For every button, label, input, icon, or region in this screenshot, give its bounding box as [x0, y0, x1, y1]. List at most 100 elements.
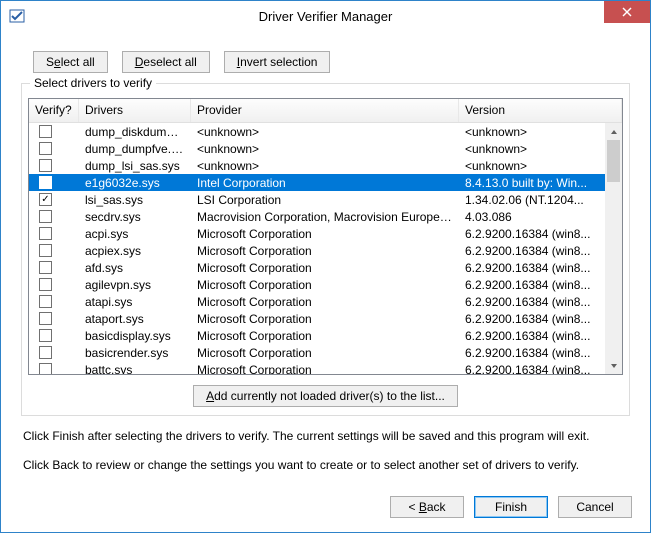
driver-cell: e1g6032e.sys [79, 176, 191, 190]
verify-checkbox[interactable] [39, 261, 52, 274]
table-row[interactable]: battc.sysMicrosoft Corporation6.2.9200.1… [29, 361, 605, 374]
scroll-up-button[interactable] [605, 123, 622, 140]
finish-button[interactable]: Finish [474, 496, 548, 518]
driver-cell: dump_dumpfve.sys [79, 142, 191, 156]
driver-cell: afd.sys [79, 261, 191, 275]
scroll-track[interactable] [605, 140, 622, 357]
column-version[interactable]: Version [459, 99, 622, 122]
driver-cell: acpi.sys [79, 227, 191, 241]
verify-checkbox[interactable] [39, 312, 52, 325]
verify-checkbox[interactable]: ✓ [39, 176, 52, 189]
provider-cell: Microsoft Corporation [191, 278, 459, 292]
verify-checkbox[interactable] [39, 363, 52, 374]
driver-cell: lsi_sas.sys [79, 193, 191, 207]
listview-header: Verify? Drivers Provider Version [29, 99, 622, 123]
version-cell: 6.2.9200.16384 (win8... [459, 227, 605, 241]
titlebar: Driver Verifier Manager [1, 1, 650, 31]
verify-checkbox[interactable] [39, 142, 52, 155]
verify-checkbox[interactable] [39, 244, 52, 257]
column-verify[interactable]: Verify? [29, 99, 79, 122]
version-cell: 6.2.9200.16384 (win8... [459, 363, 605, 375]
table-row[interactable]: secdrv.sysMacrovision Corporation, Macro… [29, 208, 605, 225]
table-row[interactable]: basicrender.sysMicrosoft Corporation6.2.… [29, 344, 605, 361]
provider-cell: <unknown> [191, 159, 459, 173]
provider-cell: <unknown> [191, 125, 459, 139]
provider-cell: Microsoft Corporation [191, 227, 459, 241]
version-cell: 4.03.086 [459, 210, 605, 224]
verify-checkbox[interactable] [39, 346, 52, 359]
table-row[interactable]: dump_diskdump.sys<unknown><unknown> [29, 123, 605, 140]
select-all-button[interactable]: Select all [33, 51, 108, 73]
version-cell: 6.2.9200.16384 (win8... [459, 346, 605, 360]
version-cell: 6.2.9200.16384 (win8... [459, 312, 605, 326]
provider-cell: Microsoft Corporation [191, 244, 459, 258]
table-row[interactable]: basicdisplay.sysMicrosoft Corporation6.2… [29, 327, 605, 344]
version-cell: 6.2.9200.16384 (win8... [459, 329, 605, 343]
verify-checkbox[interactable] [39, 125, 52, 138]
verify-checkbox[interactable] [39, 329, 52, 342]
table-row[interactable]: atapi.sysMicrosoft Corporation6.2.9200.1… [29, 293, 605, 310]
driver-cell: agilevpn.sys [79, 278, 191, 292]
verify-checkbox[interactable]: ✓ [39, 193, 52, 206]
column-provider[interactable]: Provider [191, 99, 459, 122]
table-row[interactable]: dump_dumpfve.sys<unknown><unknown> [29, 140, 605, 157]
version-cell: 6.2.9200.16384 (win8... [459, 278, 605, 292]
table-row[interactable]: ataport.sysMicrosoft Corporation6.2.9200… [29, 310, 605, 327]
provider-cell: Microsoft Corporation [191, 346, 459, 360]
provider-cell: Microsoft Corporation [191, 363, 459, 375]
table-row[interactable]: afd.sysMicrosoft Corporation6.2.9200.163… [29, 259, 605, 276]
verify-checkbox[interactable] [39, 159, 52, 172]
version-cell: 6.2.9200.16384 (win8... [459, 261, 605, 275]
provider-cell: <unknown> [191, 142, 459, 156]
table-row[interactable]: ✓ lsi_sas.sysLSI Corporation1.34.02.06 (N… [29, 191, 605, 208]
window: Driver Verifier Manager Select all Desel… [0, 0, 651, 533]
vertical-scrollbar[interactable] [605, 123, 622, 374]
provider-cell: LSI Corporation [191, 193, 459, 207]
add-drivers-button[interactable]: Add currently not loaded driver(s) to th… [193, 385, 458, 407]
provider-cell: Intel Corporation [191, 176, 459, 190]
provider-cell: Microsoft Corporation [191, 295, 459, 309]
driver-cell: battc.sys [79, 363, 191, 375]
verify-checkbox[interactable] [39, 278, 52, 291]
close-button[interactable] [604, 1, 650, 23]
column-drivers[interactable]: Drivers [79, 99, 191, 122]
window-title: Driver Verifier Manager [1, 9, 650, 24]
version-cell: 6.2.9200.16384 (win8... [459, 295, 605, 309]
verify-checkbox[interactable] [39, 295, 52, 308]
content-area: Select all Deselect all Invert selection… [1, 31, 650, 484]
version-cell: 1.34.02.06 (NT.1204... [459, 193, 605, 207]
version-cell: <unknown> [459, 159, 605, 173]
table-row[interactable]: dump_lsi_sas.sys<unknown><unknown> [29, 157, 605, 174]
help-text-1: Click Finish after selecting the drivers… [23, 428, 628, 445]
verify-checkbox[interactable] [39, 227, 52, 240]
group-label: Select drivers to verify [30, 76, 156, 90]
scroll-down-button[interactable] [605, 357, 622, 374]
version-cell: <unknown> [459, 125, 605, 139]
listview-body: dump_diskdump.sys<unknown><unknown>dump_… [29, 123, 622, 374]
driver-cell: atapi.sys [79, 295, 191, 309]
driver-cell: acpiex.sys [79, 244, 191, 258]
version-cell: 6.2.9200.16384 (win8... [459, 244, 605, 258]
scroll-thumb[interactable] [607, 140, 620, 182]
provider-cell: Microsoft Corporation [191, 261, 459, 275]
table-row[interactable]: acpiex.sysMicrosoft Corporation6.2.9200.… [29, 242, 605, 259]
table-row[interactable]: acpi.sysMicrosoft Corporation6.2.9200.16… [29, 225, 605, 242]
back-button[interactable]: < Back [390, 496, 464, 518]
cancel-button[interactable]: Cancel [558, 496, 632, 518]
driver-cell: basicrender.sys [79, 346, 191, 360]
version-cell: <unknown> [459, 142, 605, 156]
verify-checkbox[interactable] [39, 210, 52, 223]
drivers-listview[interactable]: Verify? Drivers Provider Version dump_di… [28, 98, 623, 375]
help-text-2: Click Back to review or change the setti… [23, 457, 628, 474]
invert-selection-button[interactable]: Invert selection [224, 51, 331, 73]
driver-cell: dump_lsi_sas.sys [79, 159, 191, 173]
driver-cell: dump_diskdump.sys [79, 125, 191, 139]
driver-cell: ataport.sys [79, 312, 191, 326]
driver-cell: secdrv.sys [79, 210, 191, 224]
table-row[interactable]: ✓e1g6032e.sysIntel Corporation8.4.13.0 b… [29, 174, 605, 191]
app-icon [9, 8, 25, 24]
table-row[interactable]: agilevpn.sysMicrosoft Corporation6.2.920… [29, 276, 605, 293]
provider-cell: Macrovision Corporation, Macrovision Eur… [191, 210, 459, 224]
deselect-all-button[interactable]: Deselect all [122, 51, 210, 73]
drivers-groupbox: Select drivers to verify Verify? Drivers… [21, 83, 630, 416]
